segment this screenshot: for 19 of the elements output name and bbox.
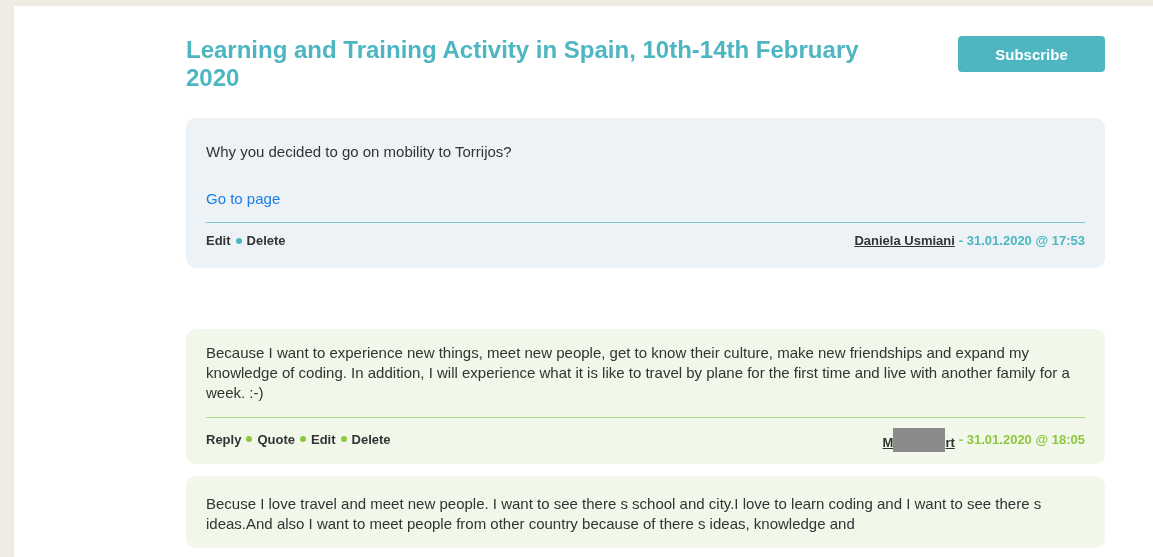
action-link[interactable]: Delete <box>246 233 286 248</box>
action-link[interactable]: Reply <box>206 431 242 447</box>
go-to-page-link[interactable]: Go to page <box>206 190 281 207</box>
post-text: Why you decided to go on mobility to Torrijos? <box>206 142 513 162</box>
post-date: - 31.01.2020 @ 17:53 <box>958 233 1085 248</box>
author-link[interactable]: M rt <box>882 428 955 450</box>
post-text: Because I want to experience new things, meet new people, get to know their culture, make new friendships and expand my knowledge of coding. In addition, I will experience what it is like to travel by plane for the first time and live with another family for a week. :-) <box>206 343 1071 403</box>
author-link[interactable]: Daniela Usmiani <box>854 233 955 248</box>
action-link[interactable]: Quote <box>257 431 295 447</box>
separator-dot-icon <box>299 436 306 442</box>
post-text: Becuse I love travel and meet new people. I want to see there s school and city.I love to learn coding and I want to see there s ideas.And also I want to meet people from other country because of there s ideas, knowledge and <box>206 494 1043 534</box>
action-link[interactable]: Edit <box>206 233 231 248</box>
post-date: - 31.01.2020 @ 18:05 <box>958 431 1085 447</box>
action-link[interactable]: Delete <box>351 431 391 447</box>
separator-dot-icon <box>340 436 347 442</box>
separator-dot-icon <box>246 436 253 442</box>
page-title: Learning and Training Activity in Spain, 10th-14th February 2020 <box>186 36 860 92</box>
separator-dot-icon <box>235 237 242 244</box>
action-link[interactable]: Edit <box>310 431 336 447</box>
